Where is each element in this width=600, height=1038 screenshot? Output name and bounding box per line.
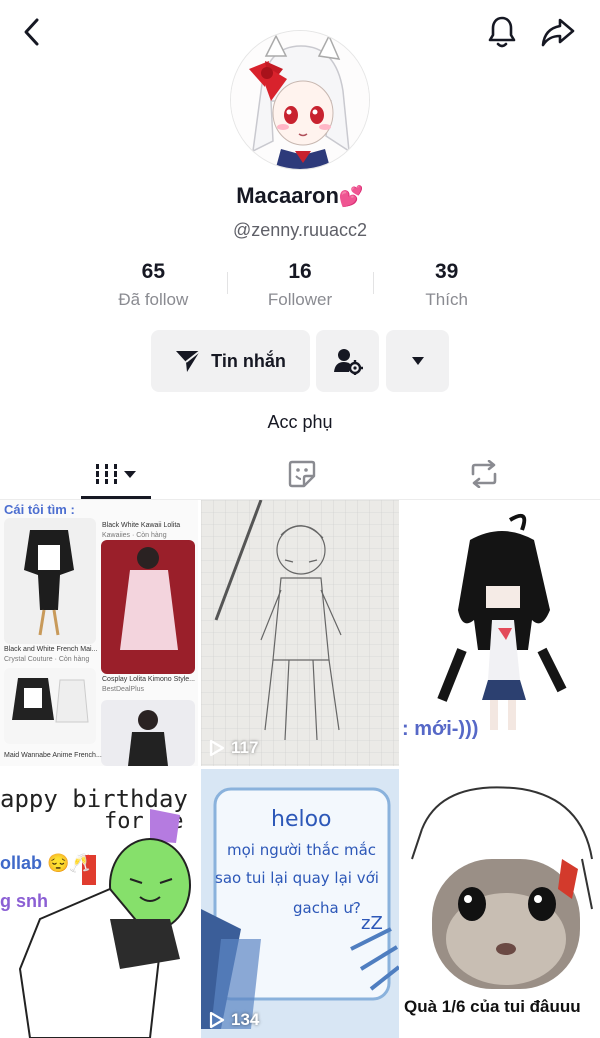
view-count-text: 134 <box>231 1010 260 1029</box>
stat-likes-count: 39 <box>435 260 459 283</box>
product-shop: Kawaiies · Còn hàng <box>102 532 167 539</box>
video-caption-line: mọi người thắc mắc <box>227 841 377 859</box>
video-thumbnail[interactable]: zZ heloo mọi người thắc mắc sao tui lại … <box>201 769 399 1038</box>
view-count: 134 <box>209 1010 259 1030</box>
chevron-left-icon <box>24 18 39 46</box>
profile-avatar[interactable] <box>230 30 370 170</box>
product-title: Black White Kawaii Lolita <box>102 522 181 529</box>
product-title: Cosplay Lolita Kimono Style... <box>102 676 195 683</box>
grid-icon <box>95 464 136 484</box>
profile-stats: 65 Đã follow 16 Follower 39 Thích <box>80 258 520 314</box>
back-button[interactable] <box>14 14 50 50</box>
video-caption-line: heloo <box>271 807 332 832</box>
send-icon <box>176 350 201 372</box>
video-caption-line: sao tui lại quay lại với <box>215 869 379 887</box>
bell-icon <box>488 16 516 48</box>
message-button[interactable]: Tin nhắn <box>151 330 310 392</box>
caret-down-icon <box>411 357 424 365</box>
repost-icon <box>471 460 497 488</box>
stat-divider <box>373 272 374 294</box>
message-button-label: Tin nhắn <box>211 350 286 371</box>
video-thumbnail[interactable]: Cái tôi tìm : Black and White French Mai… <box>0 500 198 766</box>
thumbnail-image <box>201 500 399 766</box>
video-caption: : mới-))) <box>402 718 479 740</box>
video-caption-line: ollab 😔🥂 <box>0 853 92 873</box>
notification-button[interactable] <box>482 12 522 52</box>
more-options-button[interactable] <box>386 330 449 392</box>
heart-emoji-icon: 💕 <box>338 186 364 208</box>
svg-text:zZ: zZ <box>361 913 383 934</box>
person-settings-icon <box>333 349 363 375</box>
tab-favorites[interactable] <box>242 448 362 500</box>
video-thumbnail[interactable]: : mới-))) <box>402 500 600 766</box>
video-thumbnail[interactable]: appy birthday for me ollab 😔🥂 g snh <box>0 769 198 1038</box>
stat-following[interactable]: 65 Đã follow <box>80 258 227 314</box>
product-title: Black and White French Mai... <box>4 646 98 653</box>
tab-reposts[interactable] <box>424 448 544 500</box>
play-icon <box>209 1011 225 1029</box>
product-shop: BestDealPlus <box>102 686 145 693</box>
share-icon <box>541 18 575 47</box>
username-handle: @zenny.ruuacc2 <box>232 220 367 240</box>
stat-followers[interactable]: 16 Follower <box>227 258 374 314</box>
play-icon <box>209 739 225 757</box>
tab-active-indicator <box>81 496 151 499</box>
stat-following-label: Đã follow <box>118 290 189 309</box>
video-thumbnail[interactable]: Quà 1/6 của tui đâuuu <box>402 769 600 1038</box>
sticker-icon <box>288 460 316 488</box>
product-title: Maid Wannabe Anime French... <box>4 752 102 759</box>
video-caption-line: g snh <box>0 891 48 911</box>
video-caption: Quà 1/6 của tui đâuuu <box>404 997 581 1016</box>
profile-bio: Acc phụ <box>267 412 333 432</box>
stat-followers-count: 16 <box>288 260 312 283</box>
friend-settings-button[interactable] <box>316 330 379 392</box>
share-button[interactable] <box>538 12 578 52</box>
video-thumbnail[interactable]: 117 <box>201 500 399 766</box>
display-name-row: Macaaron💕 <box>0 183 600 209</box>
profile-tabs <box>0 448 600 500</box>
stat-likes-label: Thích <box>425 290 468 309</box>
video-caption-line: gacha ư? <box>293 899 361 917</box>
product-shop: Crystal Couture · Còn hàng <box>4 656 90 663</box>
tab-videos[interactable] <box>56 448 176 500</box>
stat-divider <box>227 272 228 294</box>
thumbnail-image <box>4 518 195 766</box>
avatar-illustration <box>231 31 369 169</box>
view-count-text: 117 <box>231 738 259 757</box>
stat-likes[interactable]: 39 Thích <box>373 258 520 314</box>
profile-actions: Tin nhắn <box>0 330 600 392</box>
stat-following-count: 65 <box>141 260 166 283</box>
video-grid: Cái tôi tìm : Black and White French Mai… <box>0 500 600 1038</box>
stat-followers-label: Follower <box>267 290 333 309</box>
display-name: Macaaron <box>236 183 339 208</box>
view-count: 117 <box>209 738 258 758</box>
